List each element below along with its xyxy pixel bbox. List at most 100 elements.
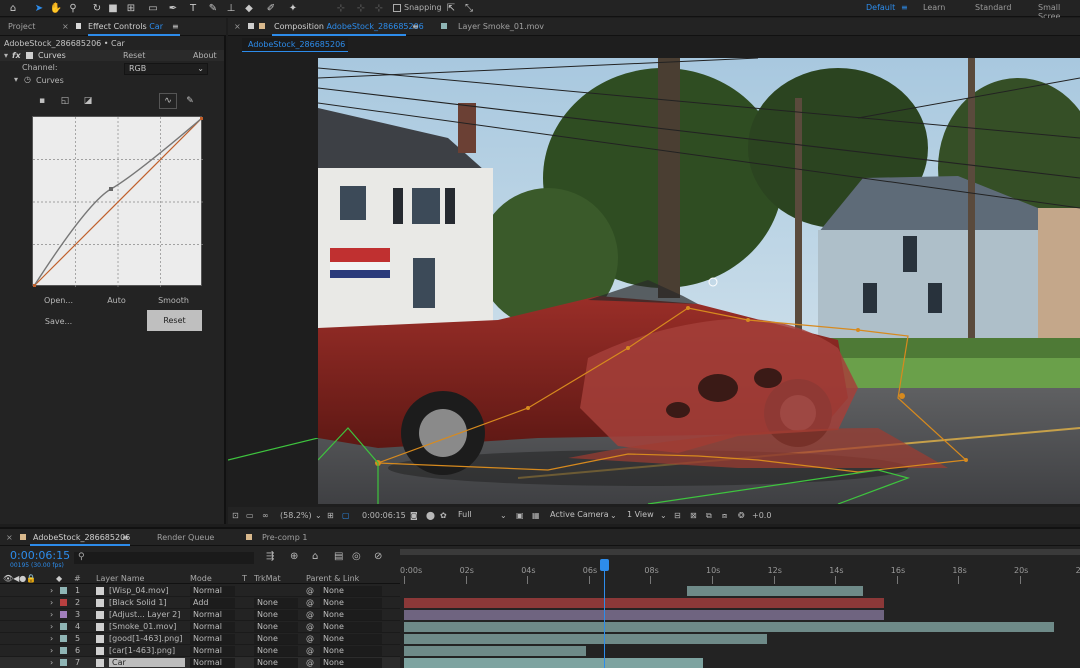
- monitor-icon[interactable]: ▭: [246, 511, 254, 520]
- expand-icon[interactable]: ›: [50, 634, 53, 643]
- clone-icon[interactable]: ⊥: [224, 1, 238, 15]
- zoom-dropdown[interactable]: (58.2%): [280, 511, 312, 520]
- timeline-search-input[interactable]: ⚲: [74, 552, 254, 564]
- camera-dropdown[interactable]: Active Camera: [550, 510, 609, 521]
- effect-about-link[interactable]: About: [193, 51, 217, 60]
- always-preview-icon[interactable]: ⊡: [232, 511, 239, 520]
- mode-dropdown[interactable]: Normal: [190, 646, 235, 656]
- trkmat-dropdown[interactable]: None: [254, 622, 298, 632]
- layer-row[interactable]: › 3 [Adjust... Layer 2] Normal None @ None: [0, 609, 400, 621]
- pen-icon[interactable]: ✒: [166, 1, 180, 15]
- curves-collapse-icon[interactable]: ▾: [14, 75, 18, 84]
- snap-edge-icon[interactable]: ⇱: [444, 1, 458, 15]
- zoom-icon[interactable]: ⚲: [66, 1, 80, 15]
- layer-row[interactable]: › 7 Car Normal None @ None: [0, 657, 400, 668]
- toggle-pixel-icon[interactable]: ⊟: [674, 511, 681, 520]
- parent-dropdown[interactable]: None: [320, 586, 382, 596]
- resolution-dropdown[interactable]: Full: [458, 510, 472, 521]
- trkmat-dropdown[interactable]: None: [254, 610, 298, 620]
- layer-duration-bar[interactable]: [404, 622, 1054, 632]
- eraser-icon[interactable]: ◆: [242, 1, 256, 15]
- smooth-button[interactable]: Smooth: [151, 296, 196, 305]
- layer-duration-bar[interactable]: [404, 658, 703, 668]
- vr-icon[interactable]: ∞: [262, 511, 269, 520]
- expand-icon[interactable]: ›: [50, 646, 53, 655]
- footer-timecode[interactable]: 0:00:06:15: [362, 511, 406, 520]
- graph-editor-icon[interactable]: ⊘: [374, 551, 382, 562]
- camera-icon[interactable]: ■: [106, 1, 120, 15]
- fast-preview-icon[interactable]: ⊠: [690, 511, 697, 520]
- layer-label-color[interactable]: [60, 587, 67, 594]
- layer-duration-bar[interactable]: [404, 634, 768, 644]
- mode-dropdown[interactable]: Normal: [190, 586, 235, 596]
- layer-label-color[interactable]: [60, 647, 67, 654]
- tab-project[interactable]: Project: [8, 22, 35, 31]
- work-area-bar[interactable]: [400, 549, 1080, 555]
- layer-name[interactable]: [car[1-463].png]: [109, 646, 175, 655]
- effect-reset-link[interactable]: Reset: [123, 51, 145, 60]
- parent-pickwhip-icon[interactable]: @: [306, 634, 314, 643]
- graph-size-small-icon[interactable]: ▪: [33, 93, 51, 109]
- pencil-tool-icon[interactable]: ✎: [181, 93, 199, 109]
- mask-visibility-icon[interactable]: ▢: [342, 511, 350, 520]
- mode-dropdown[interactable]: Normal: [190, 658, 235, 668]
- roto-icon[interactable]: ✐: [264, 1, 278, 15]
- trkmat-dropdown[interactable]: None: [254, 598, 298, 608]
- save-button[interactable]: Save...: [36, 317, 81, 326]
- show-snapshot-icon[interactable]: ⬤: [426, 511, 435, 520]
- reset-button[interactable]: Reset: [147, 310, 202, 331]
- timeline-icon[interactable]: ⧉: [706, 511, 712, 521]
- trkmat-dropdown[interactable]: None: [254, 634, 298, 644]
- layer-label-color[interactable]: [60, 635, 67, 642]
- panel-menu-icon[interactable]: ≡: [122, 533, 129, 542]
- hand-icon[interactable]: ✋: [49, 1, 63, 15]
- parent-pickwhip-icon[interactable]: @: [306, 646, 314, 655]
- parent-dropdown[interactable]: None: [320, 610, 382, 620]
- graph-size-medium-icon[interactable]: ◱: [56, 93, 74, 109]
- transparency-grid-icon[interactable]: ▦: [532, 511, 540, 520]
- shy-layers-icon[interactable]: ⌂: [312, 551, 318, 562]
- stopwatch-icon[interactable]: ◷: [24, 75, 31, 84]
- layer-name[interactable]: [Black Solid 1]: [109, 598, 167, 607]
- auto-button[interactable]: Auto: [94, 296, 139, 305]
- parent-dropdown[interactable]: None: [320, 634, 382, 644]
- tab-precomp[interactable]: Pre-comp 1: [262, 533, 307, 542]
- views-dropdown[interactable]: 1 View: [627, 510, 654, 521]
- layer-row[interactable]: › 5 [good[1-463].png] Normal None @ None: [0, 633, 400, 645]
- mode-dropdown[interactable]: Normal: [190, 622, 235, 632]
- expand-icon[interactable]: ›: [50, 622, 53, 631]
- region-of-interest-icon[interactable]: ▣: [516, 511, 524, 520]
- curve-tool-icon[interactable]: ∿: [159, 93, 177, 109]
- tab-composition[interactable]: Composition AdobeStock_286685206: [274, 22, 424, 31]
- layer-row[interactable]: › 4 [Smoke_01.mov] Normal None @ None: [0, 621, 400, 633]
- workspace-menu-icon[interactable]: ≡: [901, 3, 908, 12]
- type-icon[interactable]: T: [186, 1, 200, 15]
- parent-pickwhip-icon[interactable]: @: [306, 610, 314, 619]
- playhead-handle[interactable]: [600, 559, 610, 571]
- mode-dropdown[interactable]: Add: [190, 598, 235, 608]
- snapshot-icon[interactable]: ◙: [410, 511, 418, 520]
- grid-icon[interactable]: ⊞: [327, 511, 334, 520]
- tab-render-queue[interactable]: Render Queue: [157, 533, 214, 542]
- close-icon[interactable]: ×: [234, 22, 241, 31]
- draft-3d-icon[interactable]: ⊕: [290, 551, 298, 562]
- lock-icon[interactable]: [76, 23, 81, 29]
- brush-icon[interactable]: ✎: [206, 1, 220, 15]
- collapse-icon[interactable]: ▾: [4, 51, 8, 60]
- mode-dropdown[interactable]: Normal: [190, 634, 235, 644]
- parent-dropdown[interactable]: None: [320, 658, 382, 668]
- reset-exposure-icon[interactable]: ❂: [738, 511, 745, 520]
- close-icon[interactable]: ×: [62, 22, 69, 31]
- exposure-value[interactable]: +0.0: [752, 511, 771, 520]
- rotate-icon[interactable]: ↻: [90, 1, 104, 15]
- parent-pickwhip-icon[interactable]: @: [306, 598, 314, 607]
- lock-icon[interactable]: [248, 23, 254, 29]
- flowchart-icon[interactable]: ⧈: [722, 511, 727, 521]
- mode-dropdown[interactable]: Normal: [190, 610, 235, 620]
- channel-icon[interactable]: ✿: [440, 511, 447, 520]
- tab-timeline-comp[interactable]: AdobeStock_286685206: [33, 533, 130, 542]
- home-icon[interactable]: ⌂: [6, 1, 20, 15]
- viewer-tab[interactable]: AdobeStock_286685206: [242, 38, 348, 51]
- comp-mini-flowchart-icon[interactable]: ⇶: [266, 551, 274, 562]
- parent-dropdown[interactable]: None: [320, 598, 382, 608]
